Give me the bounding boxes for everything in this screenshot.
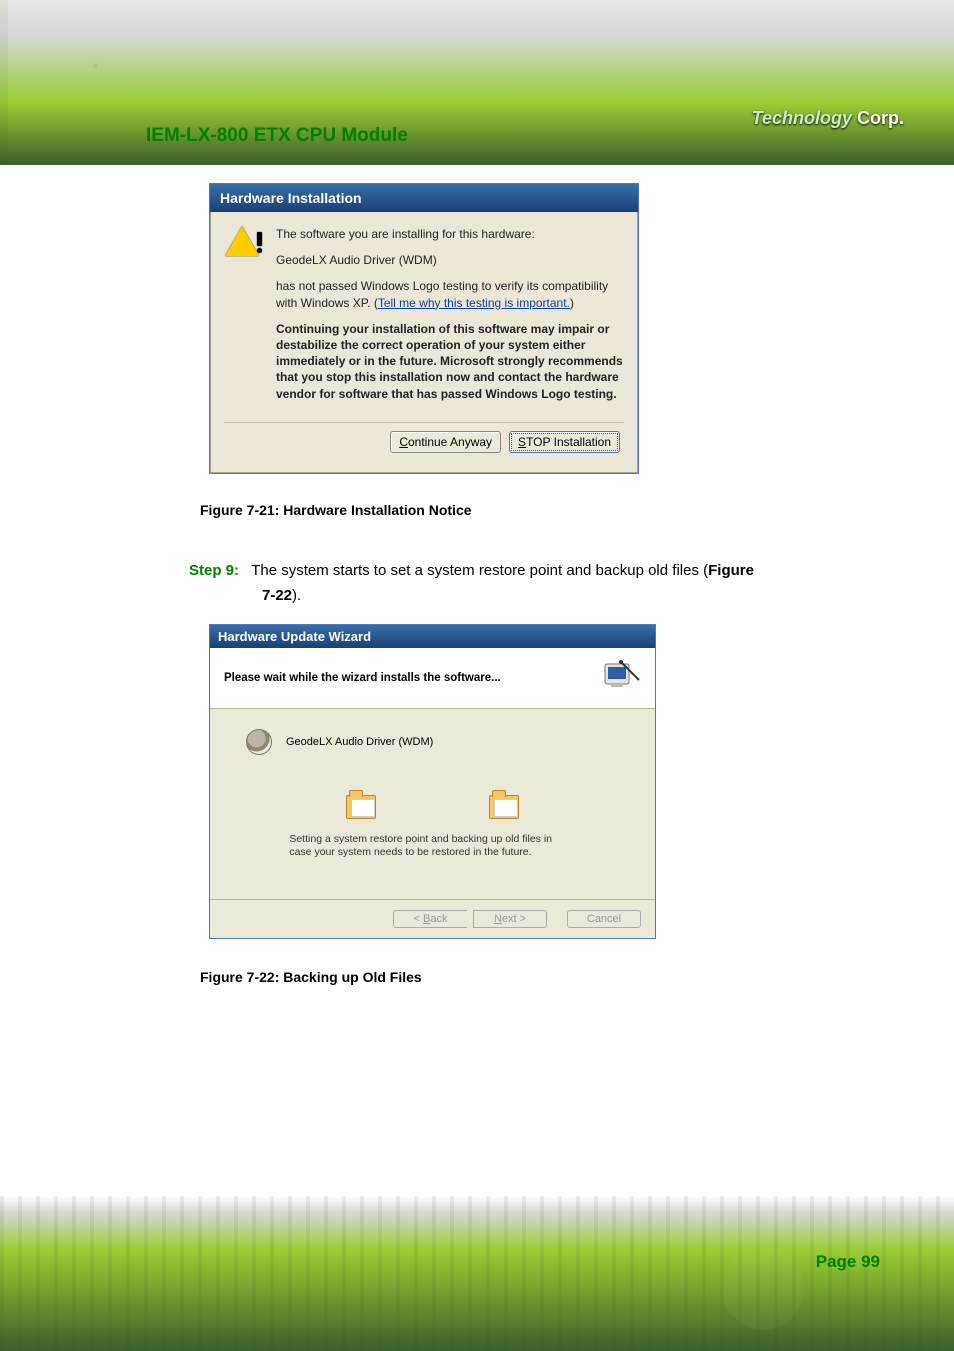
step-label: Step 9: bbox=[189, 562, 239, 579]
wizard-driver-row: GeodeLX Audio Driver (WDM) bbox=[246, 729, 637, 755]
warning-bold-text: Continuing your installation of this sof… bbox=[276, 321, 624, 402]
wizard-folder-row bbox=[289, 795, 575, 819]
brand-suffix: Corp. bbox=[852, 108, 904, 128]
document-title: IEM-LX-800 ETX CPU Module bbox=[146, 125, 408, 147]
logo-text-b: ) bbox=[570, 296, 574, 310]
wizard-body: GeodeLX Audio Driver (WDM) Setting a sys… bbox=[210, 709, 655, 883]
wizard-button-row: < Back Next > Cancel bbox=[210, 900, 655, 938]
wizard-note: Setting a system restore point and backi… bbox=[289, 833, 575, 859]
page-number: Page 99 bbox=[816, 1252, 880, 1272]
step-text-a: The system starts to set a system restor… bbox=[251, 562, 708, 579]
brand-prefix: Technology bbox=[752, 108, 852, 128]
continue-anyway-button[interactable]: Continue Anyway bbox=[390, 431, 501, 453]
wizard-title: Hardware Update Wizard bbox=[210, 625, 655, 648]
step-9-cont: 7-22). bbox=[262, 587, 954, 604]
figure-caption-7-21: Figure 7-21: Hardware Installation Notic… bbox=[200, 502, 954, 518]
wizard-header-text: Please wait while the wizard installs th… bbox=[224, 672, 501, 684]
folder-source-icon bbox=[346, 795, 376, 819]
page-footer-banner: Page 99 bbox=[0, 1196, 954, 1351]
next-button[interactable]: Next > bbox=[473, 910, 547, 928]
back-button[interactable]: < Back bbox=[393, 910, 467, 928]
speaker-icon bbox=[246, 729, 272, 755]
page-header-banner: IEM-LX-800 ETX CPU Module Technology Cor… bbox=[0, 0, 954, 165]
step-9-line: Step 9: The system starts to set a syste… bbox=[189, 554, 954, 587]
stop-installation-button[interactable]: STOP Installation bbox=[509, 431, 620, 453]
step-fig-ref: Figure bbox=[708, 562, 754, 579]
logo-testing-line: has not passed Windows Logo testing to v… bbox=[276, 278, 624, 310]
wizard-header: Please wait while the wizard installs th… bbox=[210, 648, 655, 709]
wizard-header-icon bbox=[601, 658, 641, 698]
cancel-button[interactable]: Cancel bbox=[567, 910, 641, 928]
hardware-installation-dialog: Hardware Installation The software you a… bbox=[209, 183, 639, 474]
dialog-button-row: Continue Anyway STOP Installation bbox=[224, 431, 624, 463]
figure-caption-7-22: Figure 7-22: Backing up Old Files bbox=[200, 969, 954, 985]
brand-text: Technology Corp. bbox=[752, 108, 904, 129]
wizard-driver-name: GeodeLX Audio Driver (WDM) bbox=[286, 736, 433, 748]
dialog-title: Hardware Installation bbox=[210, 184, 638, 212]
dialog-body: The software you are installing for this… bbox=[210, 212, 638, 473]
dialog-separator bbox=[224, 422, 624, 423]
warning-icon bbox=[224, 226, 260, 412]
dialog-content: The software you are installing for this… bbox=[276, 226, 624, 412]
hardware-update-wizard-dialog: Hardware Update Wizard Please wait while… bbox=[209, 624, 656, 939]
tell-me-why-link[interactable]: Tell me why this testing is important. bbox=[378, 296, 570, 310]
step-text-c: ). bbox=[292, 587, 301, 604]
folder-dest-icon bbox=[489, 795, 519, 819]
intro-line: The software you are installing for this… bbox=[276, 226, 624, 242]
step-fig-num: 7-22 bbox=[262, 587, 292, 604]
driver-name: GeodeLX Audio Driver (WDM) bbox=[276, 252, 624, 268]
